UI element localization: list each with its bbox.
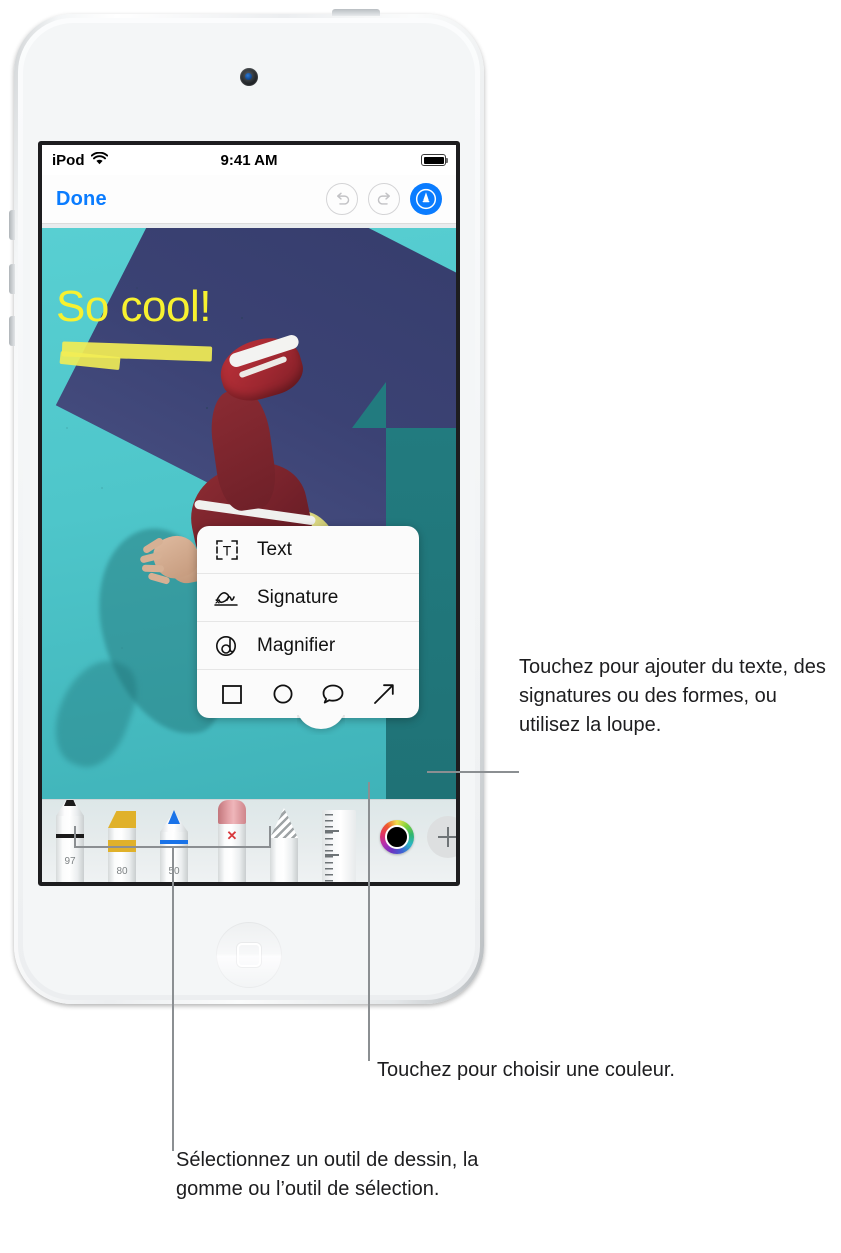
markup-pen-button[interactable] — [410, 183, 442, 215]
status-time: 9:41 AM — [220, 151, 278, 169]
signature-icon — [213, 584, 241, 612]
highlighter-tool-number: 80 — [116, 866, 128, 877]
highlighter-tool[interactable]: 80 — [108, 811, 136, 882]
svg-text:T: T — [223, 542, 232, 558]
power-button[interactable] — [332, 9, 380, 16]
lasso-tool[interactable] — [270, 808, 298, 882]
leader-line-color — [368, 782, 370, 1061]
callout-color: Touchez pour choisir une couleur. — [377, 1059, 675, 1081]
square-shape-icon[interactable] — [217, 679, 247, 709]
color-wheel-icon[interactable] — [380, 820, 414, 854]
popup-shapes-row — [197, 670, 419, 718]
popup-item-text[interactable]: T Text — [197, 526, 419, 574]
ipod-touch-device: iPod 9:41 AM Done So cool! T Text Signat… — [9, 9, 484, 1004]
leader-bracket-right — [269, 826, 271, 848]
popup-tail — [297, 715, 345, 735]
callout-magnifier: Touchez pour ajouter du texte, des signa… — [519, 656, 826, 736]
pen-tool[interactable]: 97 — [56, 800, 84, 882]
leader-bracket-left — [74, 826, 76, 848]
popup-item-label: Text — [257, 538, 292, 560]
redo-icon[interactable] — [368, 183, 400, 215]
magnifier-icon — [213, 632, 241, 660]
text-annotation: So cool! — [56, 282, 211, 331]
markup-add-popup: T Text Signature Magnifier — [197, 526, 419, 729]
markup-toolbar: 97 80 50 ✕ — [42, 799, 456, 882]
text-box-icon: T — [213, 536, 241, 564]
speech-bubble-shape-icon[interactable] — [318, 679, 348, 709]
eraser-tool[interactable]: ✕ — [218, 800, 246, 882]
status-bar: iPod 9:41 AM — [42, 145, 456, 175]
leader-line-magnifier — [427, 771, 519, 773]
marker-tool-number: 50 — [168, 866, 180, 877]
add-markup-button[interactable] — [427, 816, 456, 858]
photo-canvas[interactable]: So cool! T Text Signature Magnifier — [42, 224, 456, 799]
battery-full-icon — [421, 154, 448, 166]
marker-tool[interactable]: 50 — [160, 810, 188, 882]
ruler-tool[interactable] — [322, 810, 356, 882]
device-screen: iPod 9:41 AM Done So cool! T Text Signat… — [38, 141, 460, 886]
popup-item-label: Magnifier — [257, 634, 336, 656]
navigation-bar: Done — [42, 175, 456, 224]
volume-up-button[interactable] — [9, 210, 15, 240]
front-camera-icon — [240, 68, 258, 86]
pen-tool-number: 97 — [64, 856, 76, 867]
arrow-shape-icon[interactable] — [369, 679, 399, 709]
undo-icon[interactable] — [326, 183, 358, 215]
mute-button[interactable] — [9, 316, 15, 346]
leader-line-tools — [172, 846, 174, 1151]
done-button[interactable]: Done — [56, 188, 107, 211]
popup-item-label: Signature — [257, 586, 339, 608]
volume-down-button[interactable] — [9, 264, 15, 294]
callout-tools: Sélectionnez un outil de dessin, la gomm… — [176, 1149, 479, 1200]
home-button-icon[interactable] — [216, 922, 282, 988]
popup-item-signature[interactable]: Signature — [197, 574, 419, 622]
popup-item-magnifier[interactable]: Magnifier — [197, 622, 419, 670]
circle-shape-icon[interactable] — [268, 679, 298, 709]
